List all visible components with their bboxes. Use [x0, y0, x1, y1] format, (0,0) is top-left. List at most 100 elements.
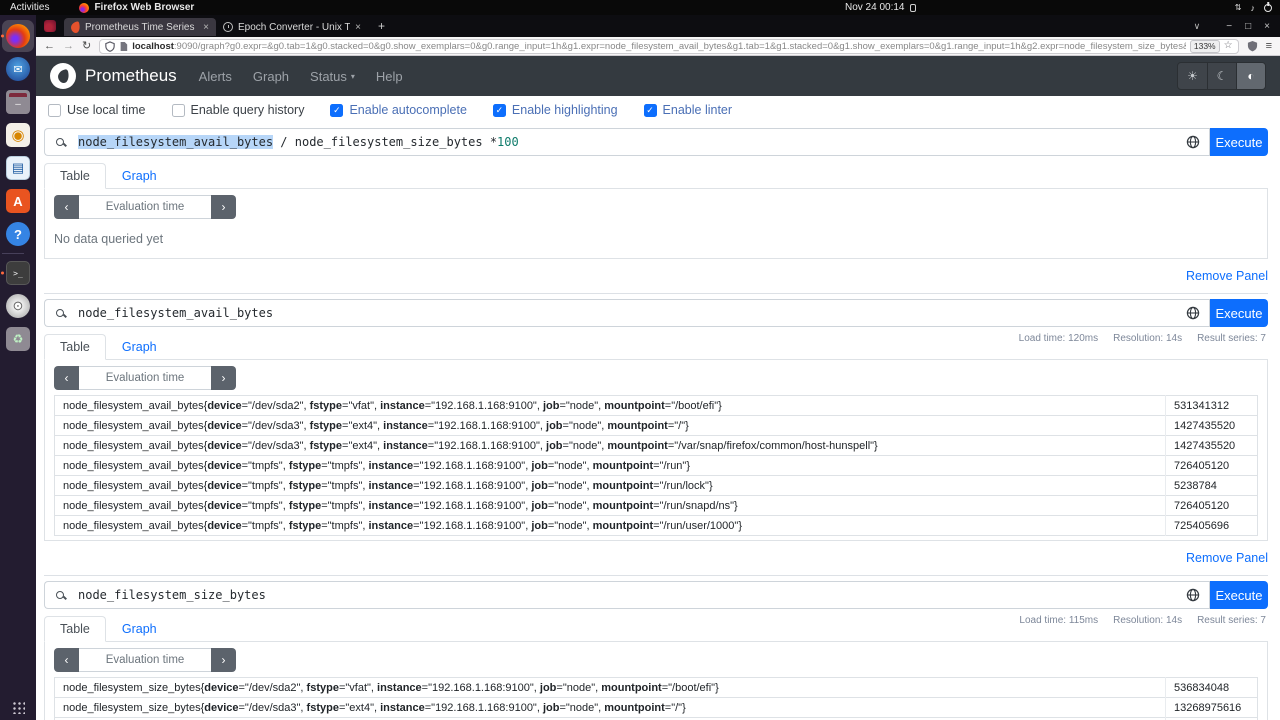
evaluation-time-input[interactable] — [79, 648, 211, 672]
dock-item-writer[interactable]: ▤ — [2, 152, 34, 184]
screen: Activities Firefox Web Browser Nov 24 00… — [0, 0, 1280, 720]
time-prev-button[interactable]: ‹ — [54, 648, 79, 672]
checkbox-icon[interactable]: ✓ — [330, 103, 344, 117]
dock-item-files[interactable] — [2, 86, 34, 118]
time-next-button[interactable]: › — [211, 195, 236, 219]
checkbox-label: Enable autocomplete — [349, 103, 467, 117]
theme-dark-button[interactable]: ☾ — [1207, 63, 1236, 89]
bookmark-star-icon[interactable]: ☆ — [1224, 41, 1233, 51]
new-tab-button[interactable]: + — [378, 19, 385, 33]
panel-content: ‹ › No data queried yet — [44, 189, 1268, 259]
nav-link-help[interactable]: Help — [376, 69, 403, 84]
checkbox-icon[interactable]: ✓ — [492, 103, 506, 117]
zoom-level-badge[interactable]: 133% — [1189, 39, 1220, 53]
theme-auto-button[interactable]: ◐ — [1236, 63, 1265, 89]
tab-graph[interactable]: Graph — [106, 334, 173, 360]
dock-item-trash[interactable]: ♻ — [2, 323, 34, 355]
dock-item-terminal[interactable]: >_ — [2, 257, 34, 289]
prometheus-logo[interactable] — [50, 63, 76, 89]
page-info-icon[interactable] — [119, 41, 128, 52]
firefox-icon — [6, 24, 30, 48]
time-next-button[interactable]: › — [211, 366, 236, 390]
url-text[interactable]: localhost:9090/graph?g0.expr=&g0.tab=1&g… — [132, 41, 1186, 52]
remove-panel-row: Remove Panel — [44, 267, 1268, 285]
checkbox-enable-autocomplete[interactable]: ✓ Enable autocomplete — [330, 103, 467, 117]
brand-title[interactable]: Prometheus — [85, 66, 177, 86]
series-cell: node_filesystem_size_bytes{device="/dev/… — [54, 697, 1166, 718]
activities-button[interactable]: Activities — [10, 2, 49, 13]
remove-panel-link[interactable]: Remove Panel — [1186, 551, 1268, 565]
dock-item-firefox[interactable] — [2, 20, 34, 52]
tab-graph[interactable]: Graph — [106, 163, 173, 189]
value-cell: 726405120 — [1165, 495, 1258, 516]
clock[interactable]: Nov 24 00:14 — [845, 2, 916, 13]
tab-table[interactable]: Table — [44, 334, 106, 360]
show-applications-button[interactable] — [11, 700, 25, 714]
system-bar: Activities Firefox Web Browser Nov 24 00… — [0, 0, 1280, 15]
theme-light-button[interactable]: ☀ — [1178, 63, 1207, 89]
flame-icon — [56, 68, 70, 84]
menu-hamburger-icon[interactable]: ≡ — [1266, 40, 1272, 52]
result-series: Result series: 7 — [1197, 615, 1266, 626]
dock-item-help[interactable]: ? — [2, 218, 34, 250]
checkbox-use-local-time[interactable]: Use local time — [48, 103, 146, 117]
time-next-button[interactable]: › — [211, 648, 236, 672]
tab-close-icon[interactable]: × — [203, 22, 209, 33]
dock-item-disk[interactable]: ⊙ — [2, 290, 34, 322]
minimize-button[interactable]: − — [1226, 21, 1232, 32]
maximize-button[interactable]: □ — [1245, 21, 1251, 32]
execute-button[interactable]: Execute — [1210, 128, 1268, 156]
dock-item-software[interactable]: A — [2, 185, 34, 217]
software-icon: A — [6, 189, 30, 213]
panel-tabs: Table Graph Load time: 115ms Resolution:… — [44, 615, 1268, 642]
query-expression-input[interactable]: node_filesystem_avail_bytes — [74, 299, 1176, 327]
browser-tab-prometheus[interactable]: Prometheus Time Series × — [64, 18, 216, 36]
remove-panel-link[interactable]: Remove Panel — [1186, 269, 1268, 283]
system-tray[interactable]: ⇅ ♪ — [1235, 3, 1272, 13]
firefox-view-icon[interactable] — [44, 20, 56, 32]
browser-tab-bar: Prometheus Time Series × Epoch Converter… — [36, 15, 1280, 37]
reload-button[interactable]: ↻ — [82, 40, 91, 52]
nav-link-label: Graph — [252, 68, 290, 84]
tab-table[interactable]: Table — [44, 616, 106, 642]
url-bar[interactable]: localhost:9090/graph?g0.expr=&g0.tab=1&g… — [99, 38, 1239, 54]
checkbox-icon[interactable]: ✓ — [643, 103, 657, 117]
time-prev-button[interactable]: ‹ — [54, 195, 79, 219]
extension-shield-icon[interactable] — [1247, 40, 1258, 52]
checkbox-enable-query-history[interactable]: Enable query history — [171, 103, 304, 117]
checkbox-icon[interactable] — [171, 103, 185, 117]
forward-button[interactable]: → — [63, 40, 74, 52]
query-panel-2: node_filesystem_avail_bytes Execute Tabl… — [44, 299, 1268, 576]
time-prev-button[interactable]: ‹ — [54, 366, 79, 390]
metrics-explorer-globe-icon[interactable] — [1176, 299, 1210, 327]
query-stats: Load time: 115ms Resolution: 14s Result … — [1019, 615, 1266, 626]
rhythmbox-icon: ◉ — [6, 123, 30, 147]
shield-icon[interactable] — [105, 40, 115, 52]
list-tabs-chevron-icon[interactable]: ∨ — [1194, 21, 1201, 32]
metrics-explorer-globe-icon[interactable] — [1176, 581, 1210, 609]
evaluation-time-input[interactable] — [79, 195, 211, 219]
query-expression-input[interactable]: node_filesystem_size_bytes — [74, 581, 1176, 609]
close-button[interactable]: × — [1264, 21, 1270, 32]
execute-button[interactable]: Execute — [1210, 581, 1268, 609]
query-panels: node_filesystem_avail_bytes / node_files… — [36, 128, 1280, 720]
nav-link-alerts[interactable]: Alerts — [199, 69, 232, 84]
metrics-explorer-globe-icon[interactable] — [1176, 128, 1210, 156]
tab-graph[interactable]: Graph — [106, 616, 173, 642]
nav-link-graph[interactable]: Graph — [253, 69, 289, 84]
search-icon — [44, 299, 74, 327]
focused-app-name: Firefox Web Browser — [94, 2, 195, 13]
dock-item-thunderbird[interactable]: ✉ — [2, 53, 34, 85]
browser-tab-epoch[interactable]: Epoch Converter - Unix T × — [216, 18, 368, 36]
checkbox-icon[interactable] — [48, 103, 61, 117]
back-button[interactable]: ← — [44, 40, 55, 52]
evaluation-time-input[interactable] — [79, 366, 211, 390]
query-expression-input[interactable]: node_filesystem_avail_bytes / node_files… — [74, 128, 1176, 156]
dock-item-rhythmbox[interactable]: ◉ — [2, 119, 34, 151]
tab-close-icon[interactable]: × — [355, 22, 361, 33]
checkbox-enable-highlighting[interactable]: ✓ Enable highlighting — [492, 103, 618, 117]
checkbox-enable-linter[interactable]: ✓ Enable linter — [643, 103, 732, 117]
execute-button[interactable]: Execute — [1210, 299, 1268, 327]
nav-link-status[interactable]: Status ▾ — [310, 69, 355, 84]
tab-table[interactable]: Table — [44, 163, 106, 189]
